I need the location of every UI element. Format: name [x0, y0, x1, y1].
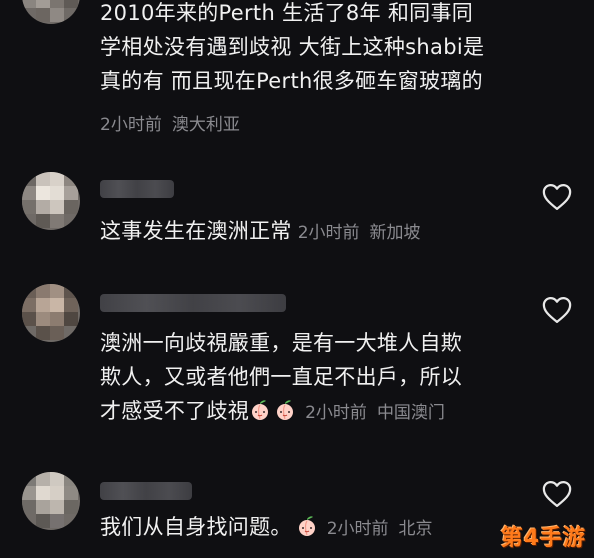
comment-location: 北京: [398, 519, 433, 539]
comment-line: 才感受不了歧視: [100, 399, 250, 423]
username-blurred[interactable]: [100, 482, 192, 500]
comment-1-text: 2010年来的Perth 生活了8年 和同事同 学相处没有遇到歧视 大街上这种s…: [100, 0, 484, 98]
comment-location: 中国澳门: [376, 403, 445, 423]
peach-emoji-icon: [274, 397, 296, 420]
comment-time: 2小时前: [297, 223, 360, 243]
avatar[interactable]: [22, 0, 80, 24]
comment-meta: 2小时前 澳大利亚: [100, 110, 240, 135]
comment-2-text: 这事发生在澳洲正常 2小时前 新加坡: [100, 214, 421, 250]
comment-line: 欺人，又或者他們一直足不出戶，所以: [100, 365, 463, 389]
comment-line: 2010年来的Perth 生活了8年 和同事同: [100, 1, 474, 25]
comment-line: 学相处没有遇到歧视 大街上这种shabi是: [100, 35, 485, 59]
avatar[interactable]: [22, 472, 80, 530]
comment-time: 2小时前: [326, 519, 389, 539]
comment-line: 真的有 而且现在Perth很多砸车窗玻璃的: [100, 69, 483, 93]
heart-outline-icon: [542, 297, 572, 323]
like-button[interactable]: [542, 183, 572, 211]
avatar[interactable]: [22, 284, 80, 342]
username-blurred[interactable]: [100, 294, 286, 312]
avatar[interactable]: [22, 172, 80, 230]
comment-time: 2小时前: [100, 115, 162, 135]
comment-location: 澳大利亚: [171, 115, 240, 135]
comment-3-text: 澳洲一向歧視嚴重，是有一大堆人自欺 欺人，又或者他們一直足不出戶，所以 才感受不…: [100, 326, 462, 430]
peach-emoji-icon: [249, 397, 271, 420]
comment-4-text: 我们从自身找问题。 2小时前 北京: [100, 510, 433, 546]
heart-outline-icon: [542, 481, 572, 507]
comment-line: 这事发生在澳洲正常: [100, 219, 292, 243]
comment-line: 澳洲一向歧視嚴重，是有一大堆人自欺: [100, 331, 463, 355]
like-button[interactable]: [542, 480, 572, 508]
username-blurred[interactable]: [100, 180, 174, 198]
like-button[interactable]: [542, 296, 572, 324]
watermark-logo: 第4手游: [500, 526, 586, 551]
heart-outline-icon: [542, 184, 572, 210]
comment-location: 新加坡: [369, 223, 421, 243]
comment-time: 2小时前: [305, 403, 367, 423]
comment-line: 我们从自身找问题。: [100, 515, 292, 539]
peach-emoji-icon: [296, 513, 318, 536]
